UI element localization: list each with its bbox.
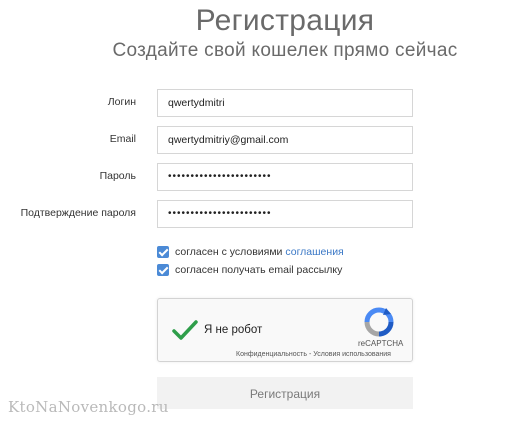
password-confirm-label: Подтверждение пароля	[20, 207, 136, 219]
watermark: KtoNaNovenkogo.ru	[8, 398, 169, 416]
password-row: Пароль •••••••••••••••••••••••	[0, 163, 513, 191]
agree-mailing-checkbox[interactable]	[157, 264, 169, 277]
recaptcha-links: Конфиденциальность - Условия использован…	[236, 351, 391, 358]
register-button[interactable]: Регистрация	[157, 377, 413, 409]
recaptcha-label: Я не робот	[204, 324, 263, 336]
login-label: Логин	[107, 96, 136, 108]
password-input[interactable]: •••••••••••••••••••••••	[157, 163, 413, 191]
recaptcha-logo-icon	[364, 307, 394, 342]
login-row: Логин qwertydmitri	[0, 89, 513, 117]
email-input[interactable]: qwertydmitriy@gmail.com	[157, 126, 413, 154]
recaptcha-brand: reCAPTCHA	[358, 339, 404, 348]
page-subtitle: Создайте свой кошелек прямо сейчас	[112, 40, 458, 61]
email-row: Email qwertydmitriy@gmail.com	[0, 126, 513, 154]
check-icon[interactable]	[172, 319, 198, 346]
email-label: Email	[109, 133, 136, 145]
agree-terms-row: согласен с условиями соглашения	[157, 246, 344, 260]
recaptcha-terms-link[interactable]: Условия использования	[313, 351, 391, 358]
terms-link[interactable]: соглашения	[285, 246, 343, 258]
password-confirm-input[interactable]: •••••••••••••••••••••••	[157, 200, 413, 228]
password-confirm-row: Подтверждение пароля •••••••••••••••••••…	[0, 200, 513, 228]
password-label: Пароль	[99, 170, 136, 182]
agree-terms-checkbox[interactable]	[157, 246, 169, 259]
recaptcha-widget: Я не робот reCAPTCHA Конфиденциальность …	[157, 298, 413, 362]
page-title: Регистрация	[195, 4, 375, 37]
agree-mailing-row: согласен получать email рассылку	[157, 264, 342, 278]
login-input[interactable]: qwertydmitri	[157, 89, 413, 117]
recaptcha-privacy-link[interactable]: Конфиденциальность	[236, 351, 307, 358]
agree-mailing-text: согласен получать email рассылку	[175, 264, 343, 276]
agree-terms-text: согласен с условиями	[175, 246, 283, 258]
